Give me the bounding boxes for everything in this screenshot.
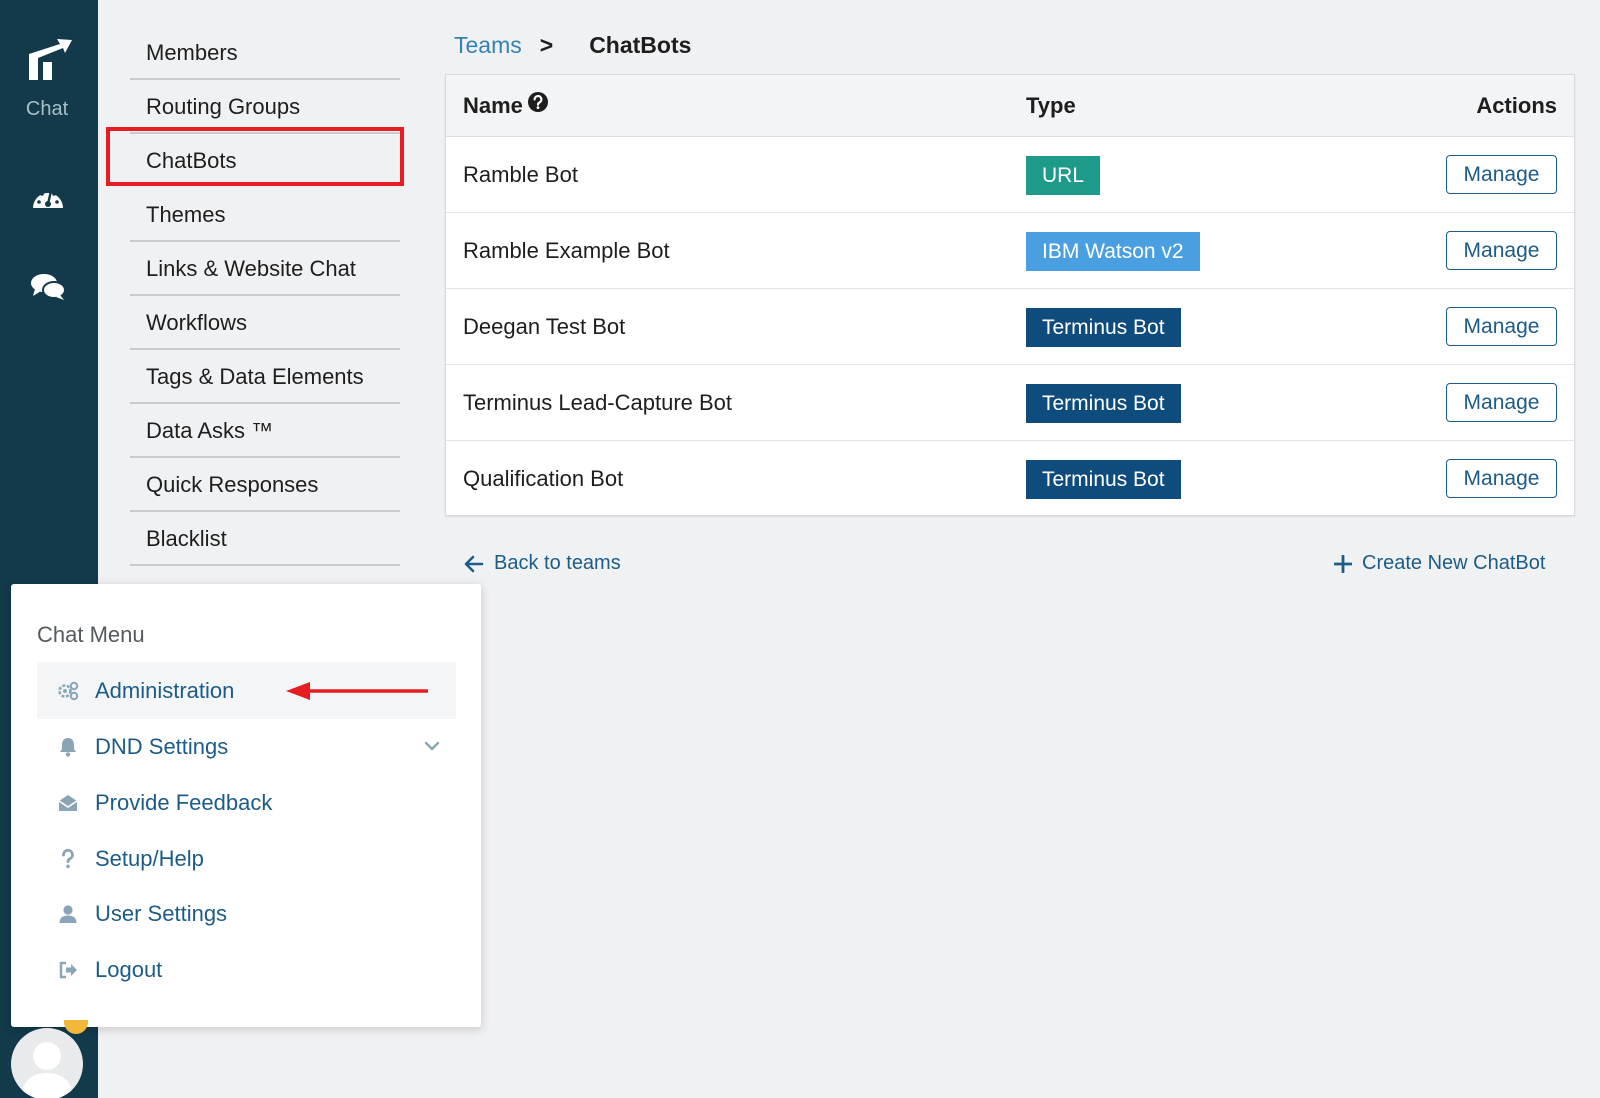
logout-icon	[59, 961, 77, 978]
menu-item-user-settings[interactable]: User Settings	[37, 885, 456, 942]
bot-name: Qualification Bot	[463, 466, 624, 491]
back-to-teams-link[interactable]: Back to teams	[464, 552, 621, 575]
column-header-name: Name	[463, 75, 549, 137]
subnav-item-members[interactable]: Members	[130, 26, 400, 80]
table-header: Name Type Actions	[446, 75, 1574, 137]
chat-menu-title: Chat Menu	[37, 622, 145, 647]
column-header-type: Type	[1026, 93, 1076, 118]
menu-item-logout[interactable]: Logout	[37, 941, 456, 998]
breadcrumb-separator: >	[539, 32, 554, 58]
bot-name: Deegan Test Bot	[463, 314, 626, 339]
menu-item-setup-help[interactable]: Setup/Help	[37, 830, 456, 887]
manage-button[interactable]: Manage	[1446, 231, 1557, 270]
subnav-item-themes[interactable]: Themes	[130, 188, 400, 242]
subnav-item-routing-groups[interactable]: Routing Groups	[130, 80, 400, 134]
default-user-avatar-icon	[21, 1042, 73, 1098]
manage-button[interactable]: Manage	[1446, 155, 1557, 194]
user-icon	[59, 904, 77, 923]
table-row: Ramble Bot URL Manage	[446, 137, 1574, 213]
menu-item-setup-help-label: Setup/Help	[95, 845, 204, 871]
chat-menu-popup: Chat Menu Administration DND Settings Pr…	[11, 584, 481, 1027]
subnav-item-workflows[interactable]: Workflows	[130, 296, 400, 350]
manage-button[interactable]: Manage	[1446, 459, 1557, 498]
subnav-item-tags-data-elements[interactable]: Tags & Data Elements	[130, 350, 400, 404]
bot-type-badge: IBM Watson v2	[1026, 232, 1200, 271]
bot-type-badge: URL	[1026, 156, 1101, 195]
bot-name: Terminus Lead-Capture Bot	[463, 390, 733, 415]
page-title: ChatBots	[589, 32, 692, 58]
dashboard-gauge-icon[interactable]	[30, 182, 66, 214]
menu-item-user-settings-label: User Settings	[95, 900, 228, 926]
create-new-chatbot-link[interactable]: Create New ChatBot	[1334, 552, 1545, 575]
menu-item-provide-feedback-label: Provide Feedback	[95, 789, 273, 815]
back-to-teams-label: Back to teams	[494, 552, 621, 574]
table-row: Deegan Test Bot Terminus Bot Manage	[446, 289, 1574, 365]
chevron-down-icon[interactable]	[424, 740, 440, 752]
plus-icon	[1334, 554, 1352, 573]
bot-type-badge: Terminus Bot	[1026, 384, 1181, 423]
bell-icon	[60, 737, 76, 757]
menu-item-logout-label: Logout	[95, 956, 163, 982]
manage-button[interactable]: Manage	[1446, 307, 1557, 346]
bot-type-badge: Terminus Bot	[1026, 460, 1181, 499]
menu-item-administration-label: Administration	[95, 677, 235, 703]
subnav-item-blacklist[interactable]: Blacklist	[130, 512, 400, 566]
table-row: Ramble Example Bot IBM Watson v2 Manage	[446, 213, 1574, 289]
conversations-icon[interactable]	[30, 270, 66, 302]
help-circle-icon[interactable]	[527, 91, 549, 113]
subnav-item-links-website-chat[interactable]: Links & Website Chat	[130, 242, 400, 296]
chatbots-table: Name Type Actions Ramble Bot URL Manage …	[445, 74, 1575, 516]
table-row: Terminus Lead-Capture Bot Terminus Bot M…	[446, 365, 1574, 441]
column-header-actions: Actions	[1476, 93, 1557, 118]
breadcrumb-teams-link[interactable]: Teams	[454, 32, 522, 59]
menu-item-dnd-settings[interactable]: DND Settings	[37, 718, 456, 775]
manage-button[interactable]: Manage	[1446, 383, 1557, 422]
menu-item-provide-feedback[interactable]: Provide Feedback	[37, 774, 456, 831]
subnav-item-quick-responses[interactable]: Quick Responses	[130, 458, 400, 512]
table-row: Qualification Bot Terminus Bot Manage	[446, 441, 1574, 517]
subnav-item-data-asks[interactable]: Data Asks ™	[130, 404, 400, 458]
terminus-logo-icon[interactable]	[26, 36, 74, 84]
menu-item-administration[interactable]: Administration	[37, 662, 456, 719]
bot-type-badge: Terminus Bot	[1026, 308, 1181, 347]
avatar[interactable]	[11, 1028, 83, 1098]
menu-item-dnd-settings-label: DND Settings	[95, 733, 229, 759]
rail-app-label: Chat	[25, 98, 69, 120]
question-icon	[62, 848, 74, 868]
column-header-name-label: Name	[463, 93, 523, 118]
create-new-chatbot-label: Create New ChatBot	[1362, 552, 1546, 574]
settings-subnav: Members Routing Groups ChatBots Themes L…	[130, 26, 400, 566]
bot-name: Ramble Bot	[463, 162, 578, 187]
gears-icon	[58, 681, 79, 700]
breadcrumb: Teams > ChatBots	[454, 32, 691, 59]
arrow-left-icon	[464, 555, 484, 572]
envelope-open-icon	[58, 794, 78, 811]
bot-name: Ramble Example Bot	[463, 238, 670, 263]
subnav-item-chatbots[interactable]: ChatBots	[130, 134, 400, 188]
